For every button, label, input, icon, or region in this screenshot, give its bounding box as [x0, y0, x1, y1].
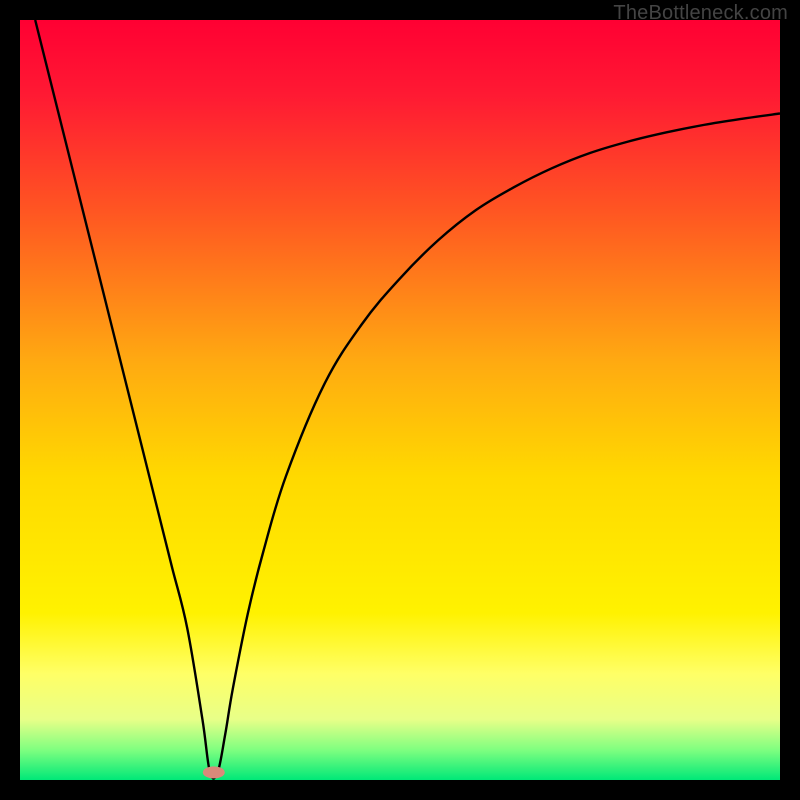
plot-background [20, 20, 780, 780]
watermark-text: TheBottleneck.com [613, 2, 788, 25]
chart-frame: TheBottleneck.com [0, 0, 800, 800]
optimal-point-marker [203, 766, 225, 778]
bottleneck-chart [20, 20, 780, 780]
